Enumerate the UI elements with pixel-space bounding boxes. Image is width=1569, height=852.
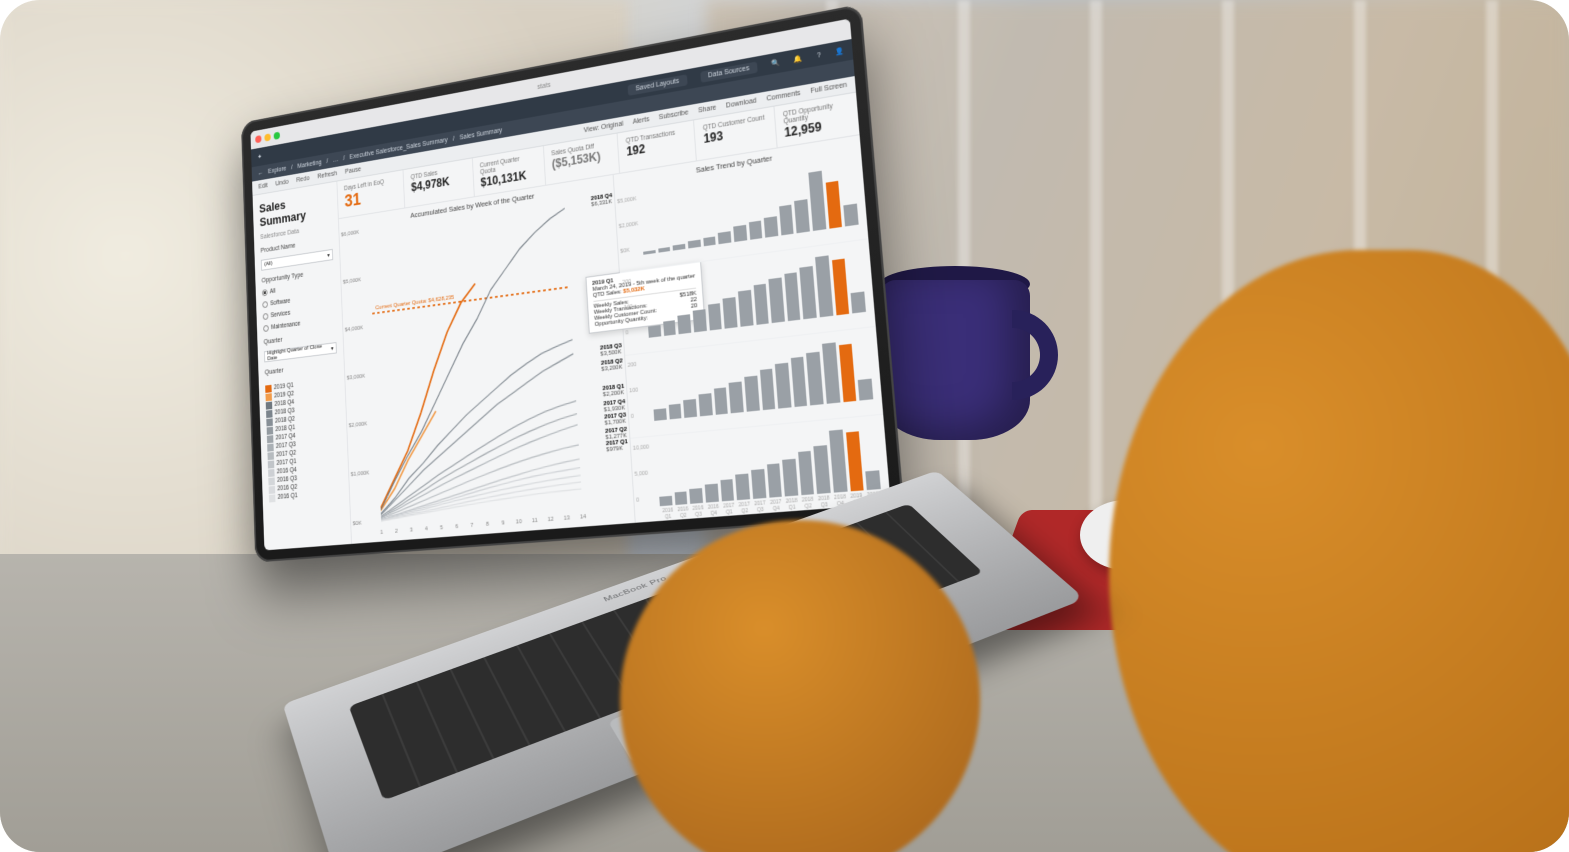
bar[interactable] — [782, 458, 798, 496]
bar[interactable] — [658, 247, 670, 253]
bar[interactable] — [814, 446, 831, 494]
bar[interactable] — [829, 429, 847, 492]
bar[interactable] — [784, 272, 801, 321]
bar[interactable] — [648, 325, 661, 337]
bar[interactable] — [851, 291, 866, 313]
back-icon[interactable]: ← — [258, 169, 264, 176]
share-button[interactable]: Share — [698, 104, 717, 114]
chart-accumulated-sales[interactable]: Accumulated Sales by Week of the Quarter… — [339, 175, 636, 544]
brand-logo: ✦ — [257, 153, 262, 161]
edit-button[interactable]: Edit — [258, 183, 268, 191]
dashboard-app: stats ✦ Saved Layouts Data Sources 🔍 🔔 ?… — [250, 19, 890, 551]
bar[interactable] — [767, 464, 782, 498]
bar[interactable] — [714, 387, 728, 414]
fullscreen-button[interactable]: Full Screen — [810, 82, 847, 95]
chevron-down-icon: ▾ — [331, 345, 334, 352]
bar[interactable] — [846, 432, 864, 492]
bell-icon[interactable]: 🔔 — [794, 54, 803, 64]
bar[interactable] — [759, 369, 775, 410]
user-icon[interactable]: 👤 — [835, 47, 845, 57]
bar[interactable] — [735, 474, 750, 500]
bar[interactable] — [795, 199, 810, 233]
bar[interactable] — [764, 216, 778, 238]
chart-sales-trend[interactable]: Sales Trend by Quarter $0K$2,000K$5,000K… — [614, 135, 891, 523]
bar[interactable] — [733, 225, 747, 242]
view-original-button[interactable]: View: Original — [584, 121, 624, 135]
bar[interactable] — [678, 314, 691, 333]
bar[interactable] — [708, 303, 722, 330]
bar[interactable] — [673, 243, 686, 250]
bar[interactable] — [683, 399, 697, 418]
bar[interactable] — [703, 236, 716, 247]
photo-scene: stats ✦ Saved Layouts Data Sources 🔍 🔔 ?… — [0, 0, 1569, 852]
bar[interactable] — [832, 259, 850, 315]
bar[interactable] — [807, 352, 824, 406]
refresh-button[interactable]: Refresh — [317, 170, 337, 180]
bar[interactable] — [729, 381, 744, 413]
breadcrumb-item[interactable]: … — [333, 156, 339, 163]
bar[interactable] — [775, 363, 791, 409]
bar[interactable] — [800, 266, 817, 318]
bar[interactable] — [663, 320, 676, 336]
bar[interactable] — [753, 284, 769, 325]
bar[interactable] — [738, 290, 753, 326]
bar[interactable] — [748, 221, 762, 240]
sidebar: Sales Summary Salesforce Data Product Na… — [253, 181, 352, 550]
quarter-legend: 2019 Q12019 Q22018 Q42018 Q32018 Q22018 … — [265, 377, 342, 503]
bar[interactable] — [858, 379, 873, 401]
comments-button[interactable]: Comments — [766, 90, 801, 103]
window-zoom-icon[interactable] — [274, 132, 280, 140]
subscribe-button[interactable]: Subscribe — [659, 109, 689, 121]
bar[interactable] — [643, 250, 655, 255]
breadcrumb-item[interactable]: Explore — [268, 165, 287, 175]
search-icon[interactable]: 🔍 — [771, 58, 780, 68]
bar[interactable] — [866, 470, 881, 490]
alerts-button[interactable]: Alerts — [632, 116, 649, 126]
bar[interactable] — [815, 256, 833, 317]
window-minimize-icon[interactable] — [264, 133, 270, 141]
bar[interactable] — [688, 240, 701, 249]
bar[interactable] — [769, 277, 785, 322]
breadcrumb-item[interactable]: Marketing — [297, 159, 322, 170]
bar[interactable] — [798, 451, 814, 495]
laptop-screen-bezel: stats ✦ Saved Layouts Data Sources 🔍 🔔 ?… — [241, 4, 905, 563]
bar[interactable] — [674, 492, 687, 505]
bar[interactable] — [718, 231, 731, 244]
undo-button[interactable]: Undo — [275, 179, 288, 188]
bar[interactable] — [839, 344, 857, 402]
bar[interactable] — [751, 469, 766, 499]
bar[interactable] — [720, 479, 734, 502]
bar[interactable] — [723, 297, 738, 329]
bar[interactable] — [693, 309, 707, 332]
quarter-filter-select[interactable]: Highlight Quarter of Close Date▾ — [264, 342, 337, 362]
bar[interactable] — [659, 496, 672, 506]
download-button[interactable]: Download — [726, 97, 757, 109]
bar[interactable] — [699, 393, 713, 416]
bar[interactable] — [791, 357, 808, 407]
bar[interactable] — [826, 181, 843, 229]
window-close-icon[interactable] — [255, 135, 261, 143]
bar[interactable] — [844, 203, 859, 226]
bar[interactable] — [779, 204, 794, 235]
bar[interactable] — [744, 375, 759, 411]
pause-button[interactable]: Pause — [345, 166, 361, 175]
bar[interactable] — [690, 488, 703, 504]
chevron-down-icon: ▾ — [327, 252, 330, 259]
legend-title: Quarter — [265, 361, 338, 376]
bar[interactable] — [654, 409, 667, 421]
redo-button[interactable]: Redo — [296, 175, 309, 184]
bar[interactable] — [705, 484, 719, 503]
bar[interactable] — [808, 171, 826, 232]
page-title: Sales Summary — [259, 190, 332, 229]
bar[interactable] — [822, 342, 840, 404]
help-icon[interactable]: ? — [817, 51, 822, 59]
bar[interactable] — [668, 404, 681, 419]
